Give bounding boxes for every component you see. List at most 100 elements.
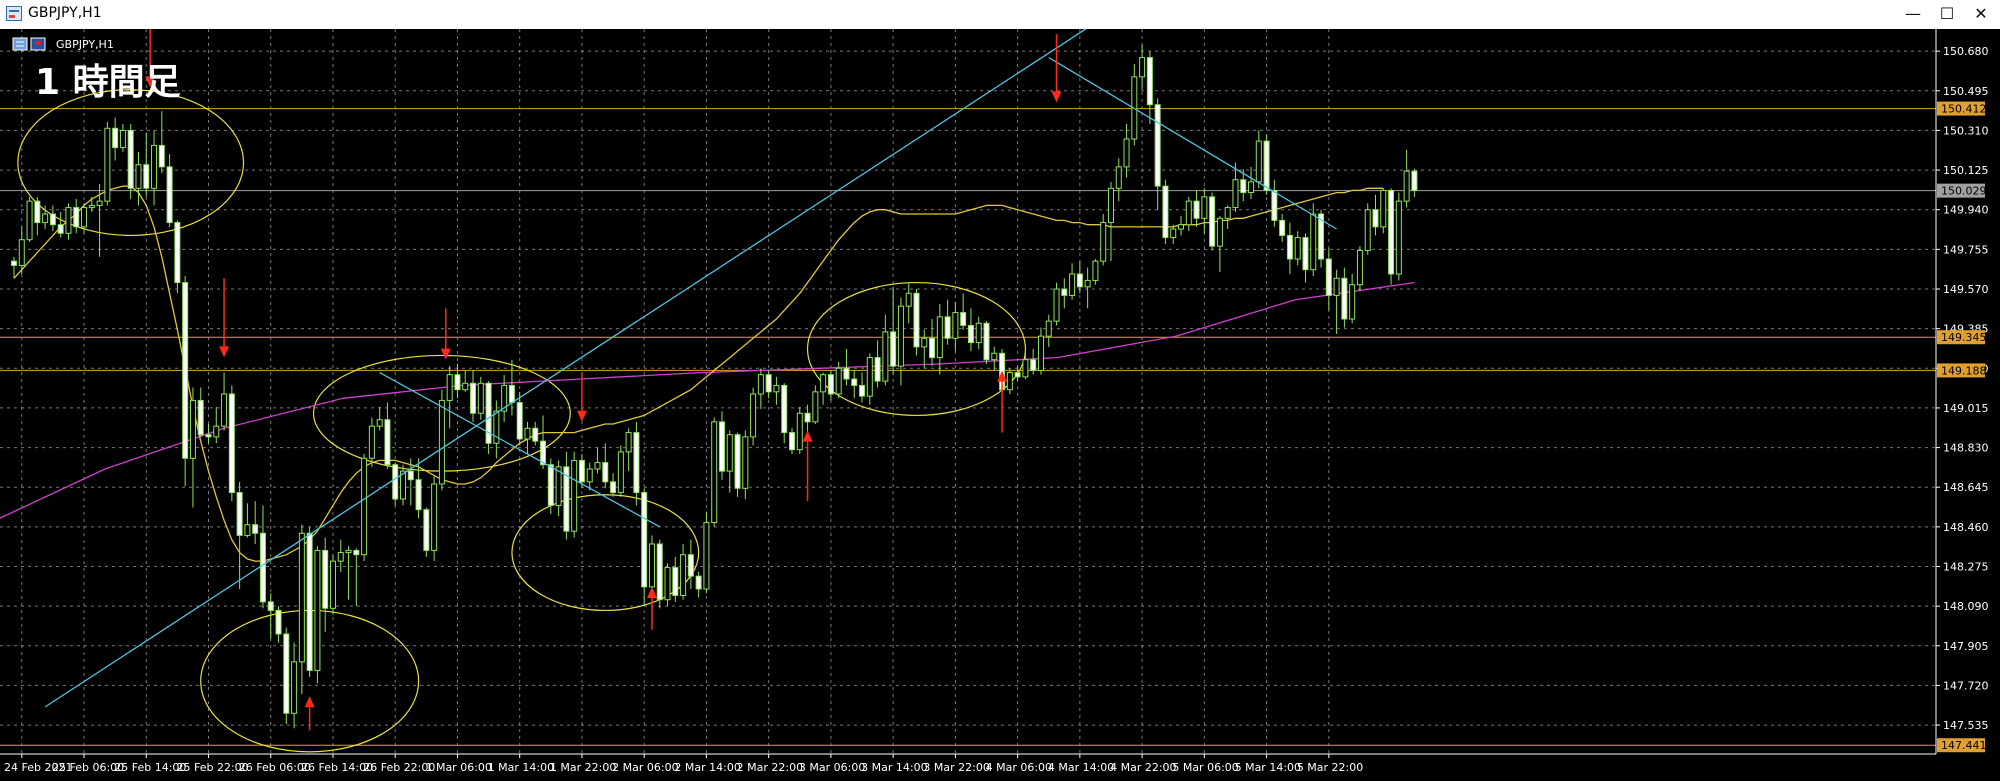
price-chart[interactable]: 150.680 150.495 150.310 150.125 149.940 149.7… (0, 29, 2000, 781)
candle (1403, 149, 1410, 208)
x-tick-label: 5 Mar 14:00 (1235, 761, 1301, 774)
level-price-tag-label: 147.441 (1941, 739, 1987, 752)
candle (1185, 196, 1192, 232)
down-arrow (576, 372, 587, 422)
x-tick-label: 5 Mar 22:00 (1297, 761, 1363, 774)
candle (57, 211, 64, 238)
candle-body-down (158, 144, 165, 168)
candle-body-up (757, 374, 764, 395)
candle (345, 546, 352, 600)
candle-body-up (1216, 217, 1223, 247)
candle-body-up (975, 322, 982, 344)
close-button[interactable]: ✕ (1964, 2, 1998, 26)
candle (446, 366, 453, 429)
x-tick-label: 1 Mar 14:00 (488, 761, 554, 774)
candle (1178, 216, 1184, 236)
candle (1092, 259, 1099, 285)
candle-body-up (952, 312, 959, 339)
candle (1372, 194, 1379, 236)
candle-body-down (384, 419, 391, 466)
candle (555, 460, 562, 517)
candle (462, 370, 469, 392)
candle (563, 451, 570, 540)
candle (189, 387, 196, 508)
candle-body-up (329, 560, 336, 609)
highlight-ellipse (511, 494, 700, 612)
candle (1248, 166, 1255, 199)
candle (1030, 349, 1037, 375)
candle (151, 130, 158, 206)
candle-body-down (960, 312, 967, 326)
candle (1349, 274, 1356, 324)
candle-body-up (594, 462, 601, 470)
candle-body-down (1271, 189, 1278, 221)
candle-body-up (866, 357, 873, 397)
candle-body-up (1395, 200, 1402, 275)
chart-area[interactable]: 150.680 150.495 150.310 150.125 149.940 149.7… (0, 29, 2000, 781)
candle (897, 297, 904, 386)
candle (221, 372, 228, 431)
candle-body-down (789, 432, 795, 451)
candle-body-up (1092, 260, 1099, 281)
candle (633, 421, 640, 506)
candle-body-up (726, 434, 733, 472)
candle-body-up (1045, 320, 1052, 337)
minimize-button[interactable]: — (1896, 2, 1930, 26)
candle-body-up (571, 459, 578, 532)
timeframe-title: 1 時間足 (35, 62, 181, 103)
x-tick-label: 1 Mar 06:00 (425, 761, 491, 774)
candle-body-down (34, 200, 41, 224)
candle-body-up (1185, 200, 1192, 226)
candle (119, 124, 126, 152)
candle-body-down (983, 322, 990, 361)
chart-window: GBPJPY,H1 — ☐ ✕ 150.680 150.495 150.310 150… (0, 0, 2000, 781)
candle-body-up (524, 427, 531, 440)
candle-body-down (236, 492, 243, 536)
up-arrow (304, 696, 315, 731)
candle-body-down (851, 378, 858, 386)
candle (1224, 205, 1231, 229)
candle (765, 370, 772, 399)
indicator-list-icon[interactable] (12, 37, 28, 51)
candle-body-up (1022, 359, 1029, 378)
down-arrow (440, 308, 451, 360)
candle-body-up (81, 207, 88, 228)
candle (1364, 203, 1371, 255)
candle (174, 220, 181, 294)
candle-body-up (1006, 372, 1013, 391)
candle (1170, 224, 1177, 244)
candle (648, 535, 655, 592)
candle-body-up (65, 207, 72, 234)
title-bar[interactable]: GBPJPY,H1 — ☐ ✕ (0, 0, 2000, 30)
candle-body-down (656, 543, 663, 601)
candle-body-down (1302, 237, 1309, 271)
candle (1100, 214, 1107, 266)
window-title: GBPJPY,H1 (28, 5, 102, 21)
maximize-button[interactable]: ☐ (1930, 2, 1964, 26)
candle (1216, 216, 1223, 272)
candle-body-up (314, 549, 321, 671)
candle (1131, 64, 1138, 146)
candle-body-down (73, 207, 80, 228)
candle-body-down (1286, 234, 1293, 260)
candle-body-down (672, 567, 679, 596)
candle (952, 301, 959, 352)
candle-body-up (586, 468, 593, 483)
candle (874, 340, 881, 388)
candle (438, 389, 445, 491)
candle (298, 524, 305, 694)
arrow-head (802, 430, 813, 442)
candle (1209, 192, 1216, 251)
candle (625, 428, 632, 472)
candle-body-up (882, 331, 889, 382)
candle-body-down (259, 532, 266, 603)
candle (1193, 190, 1200, 227)
candle (1380, 188, 1387, 234)
candle-body-up (438, 399, 445, 485)
candle (1146, 51, 1153, 124)
y-tick-label: 148.645 (1943, 481, 1989, 494)
level-price-tag-label: 149.188 (1941, 364, 1987, 377)
candle-body-down (718, 421, 725, 472)
level-price-tag: 147.441 (1937, 738, 1987, 753)
candle (353, 548, 360, 607)
